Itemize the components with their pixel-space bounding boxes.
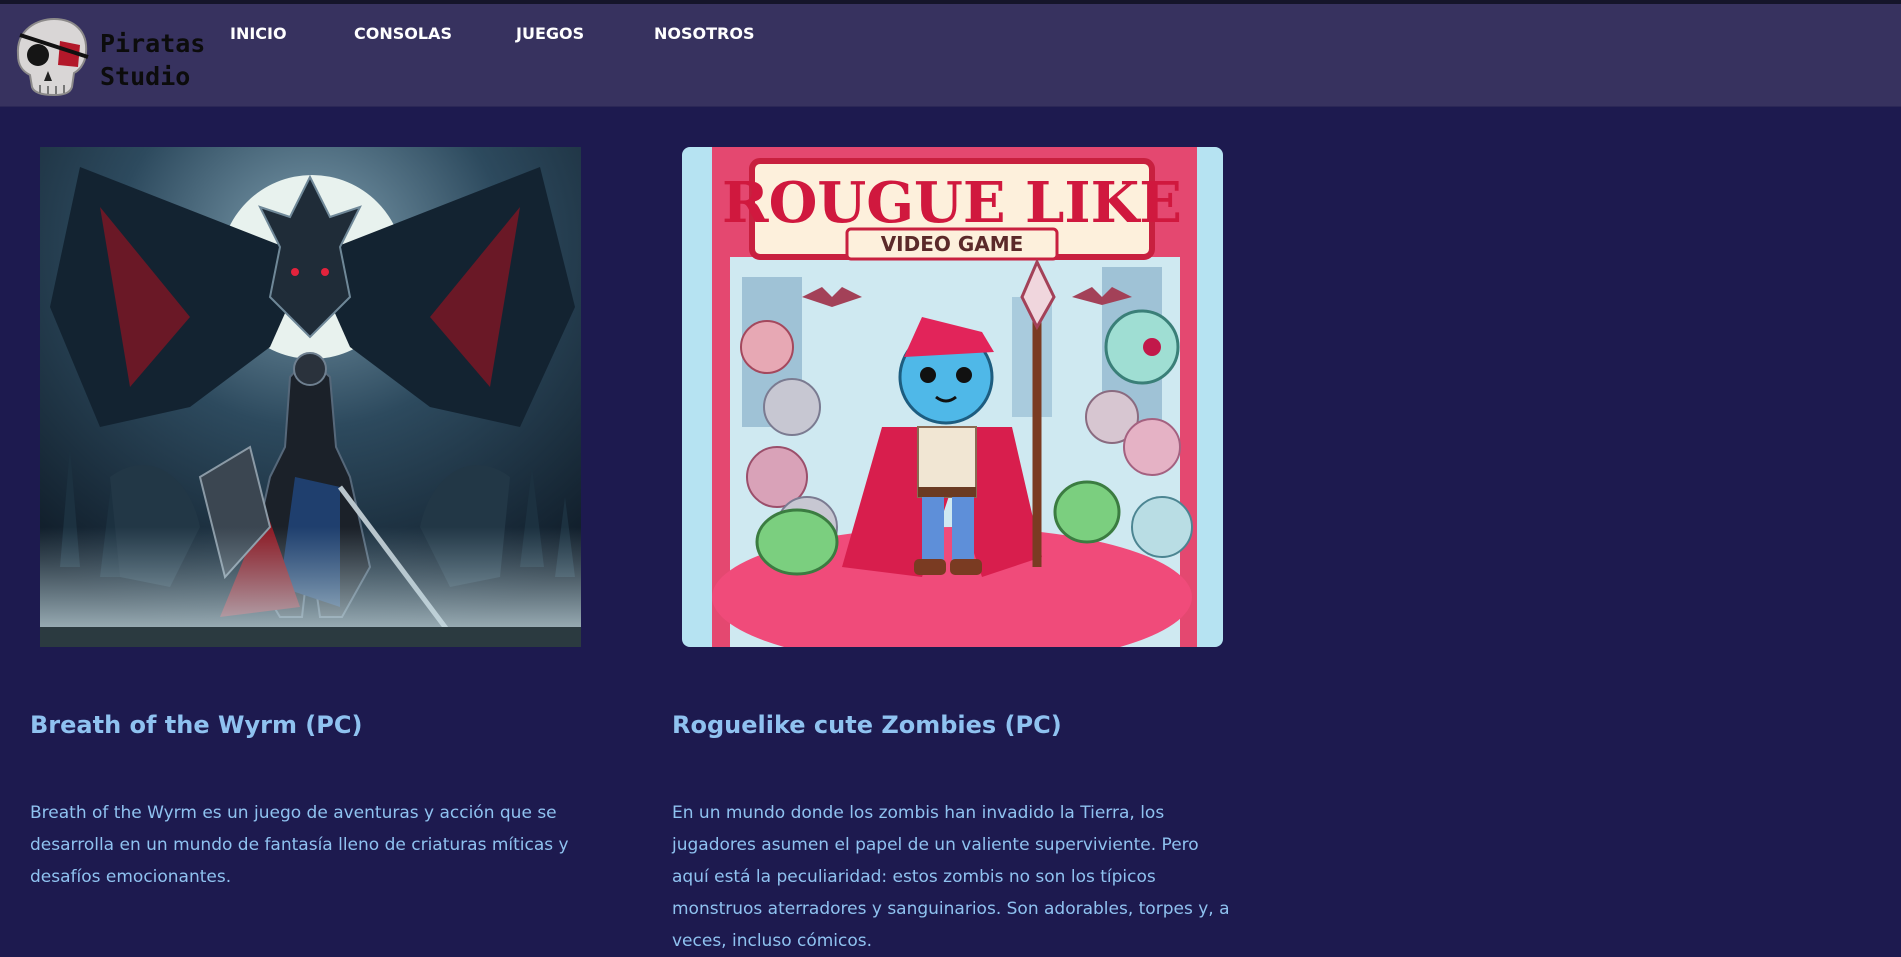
brand-name-line2: Studio: [100, 62, 191, 91]
brand-name-line1: Piratas: [100, 29, 206, 58]
skull-eyepatch-icon: [16, 17, 89, 97]
cover-subtitle-text: VIDEO GAME: [881, 232, 1024, 256]
nav-item-juegos[interactable]: JUEGOS: [516, 24, 584, 43]
game-image-roguelike-zombies[interactable]: ROUGUE LIKE VIDEO GAME: [682, 147, 1223, 647]
roguelike-cover-illustration: ROUGUE LIKE VIDEO GAME: [682, 147, 1223, 647]
cover-title-text: ROUGUE LIKE: [722, 170, 1182, 236]
game-description: En un mundo donde los zombis han invadid…: [672, 803, 1230, 951]
nav-item-inicio[interactable]: INICIO: [230, 24, 287, 43]
game-title[interactable]: Breath of the Wyrm (PC): [30, 711, 362, 739]
game-description: Breath of the Wyrm es un juego de aventu…: [30, 803, 569, 887]
brand-logo[interactable]: Piratas Studio: [8, 15, 205, 97]
nav-item-nosotros[interactable]: NOSOTROS: [654, 24, 754, 43]
site-header: Piratas Studio INICIO CONSOLAS JUEGOS NO…: [0, 4, 1901, 107]
game-image-dragon-knight[interactable]: [40, 147, 581, 647]
game-title[interactable]: Roguelike cute Zombies (PC): [672, 711, 1062, 739]
dragon-knight-illustration: [40, 147, 581, 647]
nav-item-consolas[interactable]: CONSOLAS: [354, 24, 452, 43]
brand-name: Piratas Studio: [100, 27, 205, 93]
